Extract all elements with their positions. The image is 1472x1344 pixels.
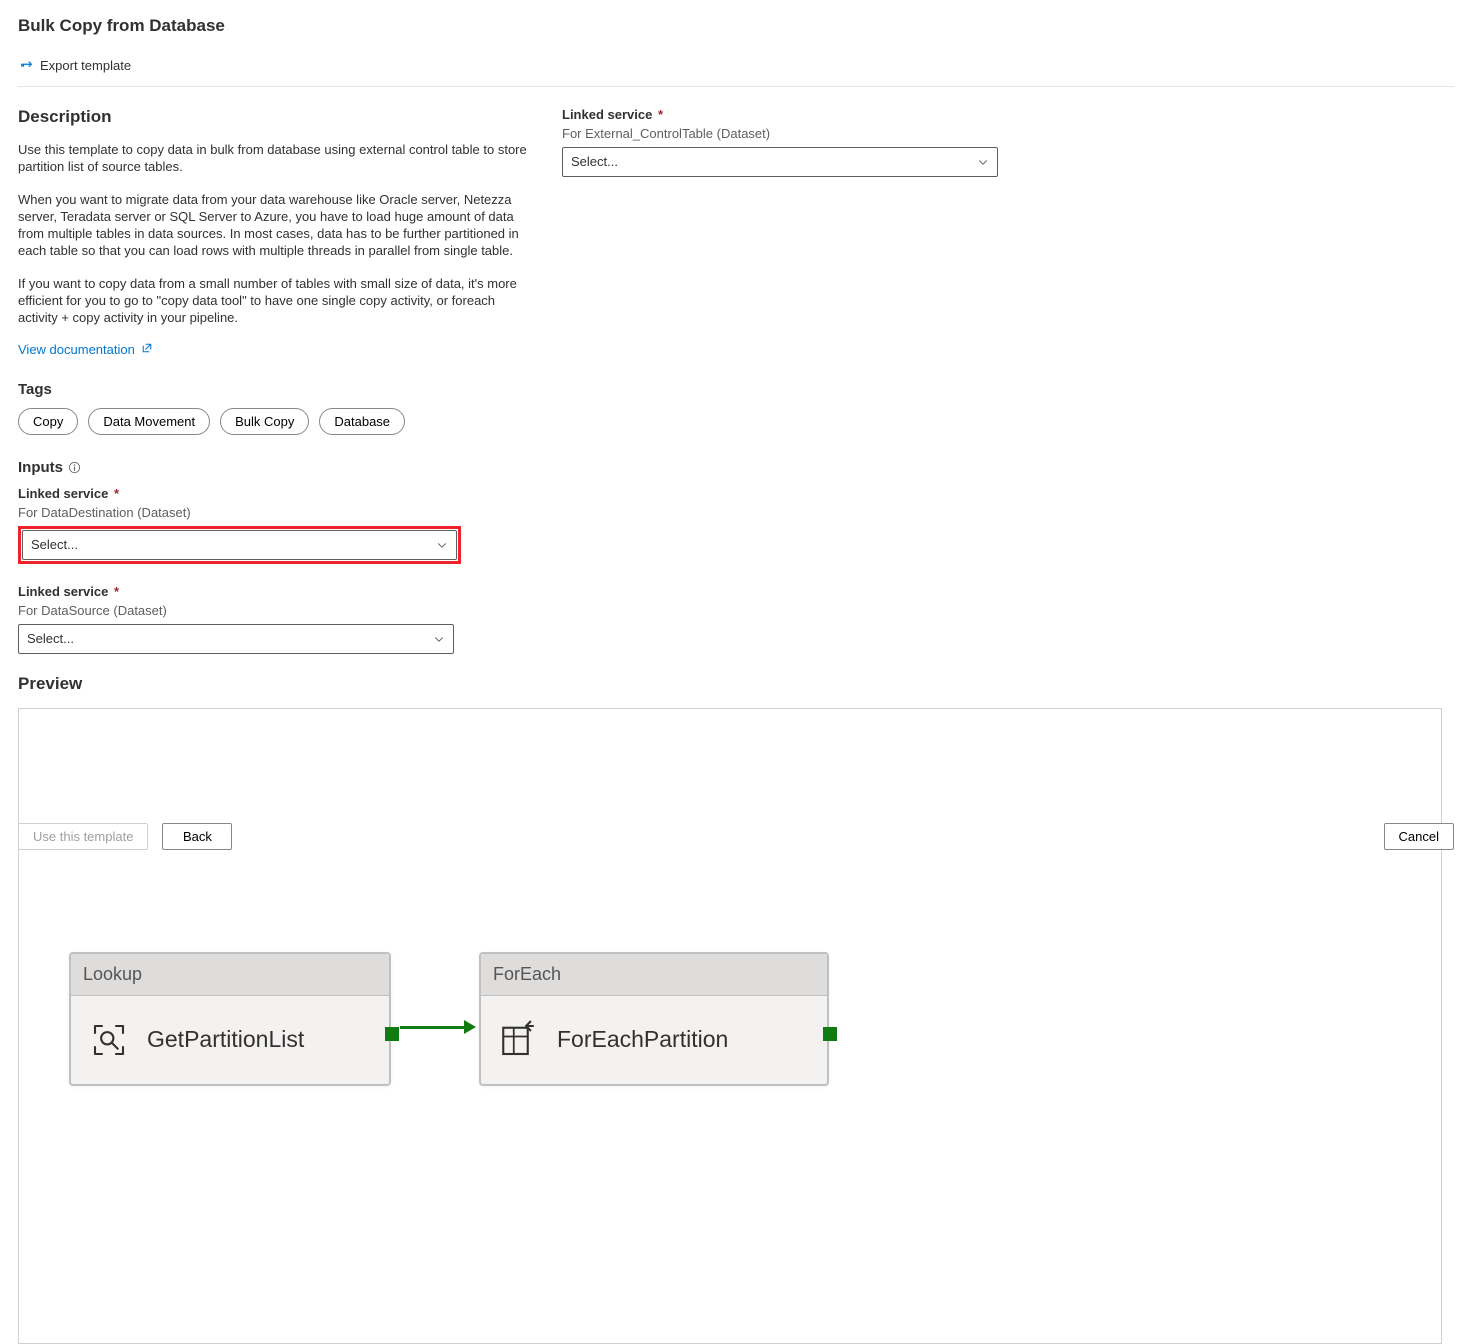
description-heading: Description xyxy=(18,107,538,127)
foreach-icon xyxy=(497,1018,541,1062)
export-template-button[interactable]: Export template xyxy=(18,56,133,75)
chevron-down-icon xyxy=(436,539,448,551)
node-name: GetPartitionList xyxy=(147,1026,304,1053)
back-button[interactable]: Back xyxy=(162,823,232,850)
tag-database[interactable]: Database xyxy=(319,408,405,435)
node-name: ForEachPartition xyxy=(557,1026,728,1053)
node-output-port[interactable] xyxy=(385,1027,399,1041)
export-icon xyxy=(20,59,34,73)
info-icon xyxy=(68,461,81,474)
chevron-down-icon xyxy=(433,633,445,645)
inputs-heading: Inputs xyxy=(18,459,63,476)
pipeline-node-foreach[interactable]: ForEach ForEachPartition xyxy=(479,952,829,1086)
view-documentation-label: View documentation xyxy=(18,342,135,357)
highlighted-select: Select... xyxy=(18,526,461,564)
lookup-icon xyxy=(87,1018,131,1062)
linked-service-label: Linked service xyxy=(18,486,108,501)
linked-service-sublabel: For External_ControlTable (Dataset) xyxy=(562,126,998,141)
description-paragraph: When you want to migrate data from your … xyxy=(18,191,538,259)
external-link-icon xyxy=(141,342,153,357)
preview-canvas[interactable]: Lookup GetPartitionList xyxy=(18,708,1442,1344)
description-paragraph: If you want to copy data from a small nu… xyxy=(18,275,538,326)
connector-arrow xyxy=(400,1026,464,1029)
required-asterisk: * xyxy=(114,486,119,501)
description-paragraph: Use this template to copy data in bulk f… xyxy=(18,141,538,175)
cancel-button[interactable]: Cancel xyxy=(1384,823,1454,850)
preview-heading: Preview xyxy=(18,674,1442,694)
tag-bulk-copy[interactable]: Bulk Copy xyxy=(220,408,309,435)
select-placeholder: Select... xyxy=(27,631,74,646)
required-asterisk: * xyxy=(114,584,119,599)
chevron-down-icon xyxy=(977,156,989,168)
required-asterisk: * xyxy=(658,107,663,122)
linked-service-sublabel: For DataSource (Dataset) xyxy=(18,603,538,618)
linked-service-label: Linked service xyxy=(562,107,652,122)
node-type-label: ForEach xyxy=(481,954,827,996)
linked-service-label: Linked service xyxy=(18,584,108,599)
tag-copy[interactable]: Copy xyxy=(18,408,78,435)
tags-heading: Tags xyxy=(18,381,538,398)
node-type-label: Lookup xyxy=(71,954,389,996)
divider xyxy=(18,86,1454,87)
select-placeholder: Select... xyxy=(571,154,618,169)
linked-service-select-datasource[interactable]: Select... xyxy=(18,624,454,654)
select-placeholder: Select... xyxy=(31,537,78,552)
linked-service-select-controltable[interactable]: Select... xyxy=(562,147,998,177)
node-output-port[interactable] xyxy=(823,1027,837,1041)
export-template-label: Export template xyxy=(40,58,131,73)
tag-data-movement[interactable]: Data Movement xyxy=(88,408,210,435)
pipeline-node-lookup[interactable]: Lookup GetPartitionList xyxy=(69,952,391,1086)
view-documentation-link[interactable]: View documentation xyxy=(18,342,153,357)
page-title: Bulk Copy from Database xyxy=(18,16,1454,36)
linked-service-sublabel: For DataDestination (Dataset) xyxy=(18,505,538,520)
linked-service-select-datadestination[interactable]: Select... xyxy=(22,530,457,560)
connector-arrowhead xyxy=(464,1020,476,1034)
use-this-template-button[interactable]: Use this template xyxy=(18,823,148,850)
